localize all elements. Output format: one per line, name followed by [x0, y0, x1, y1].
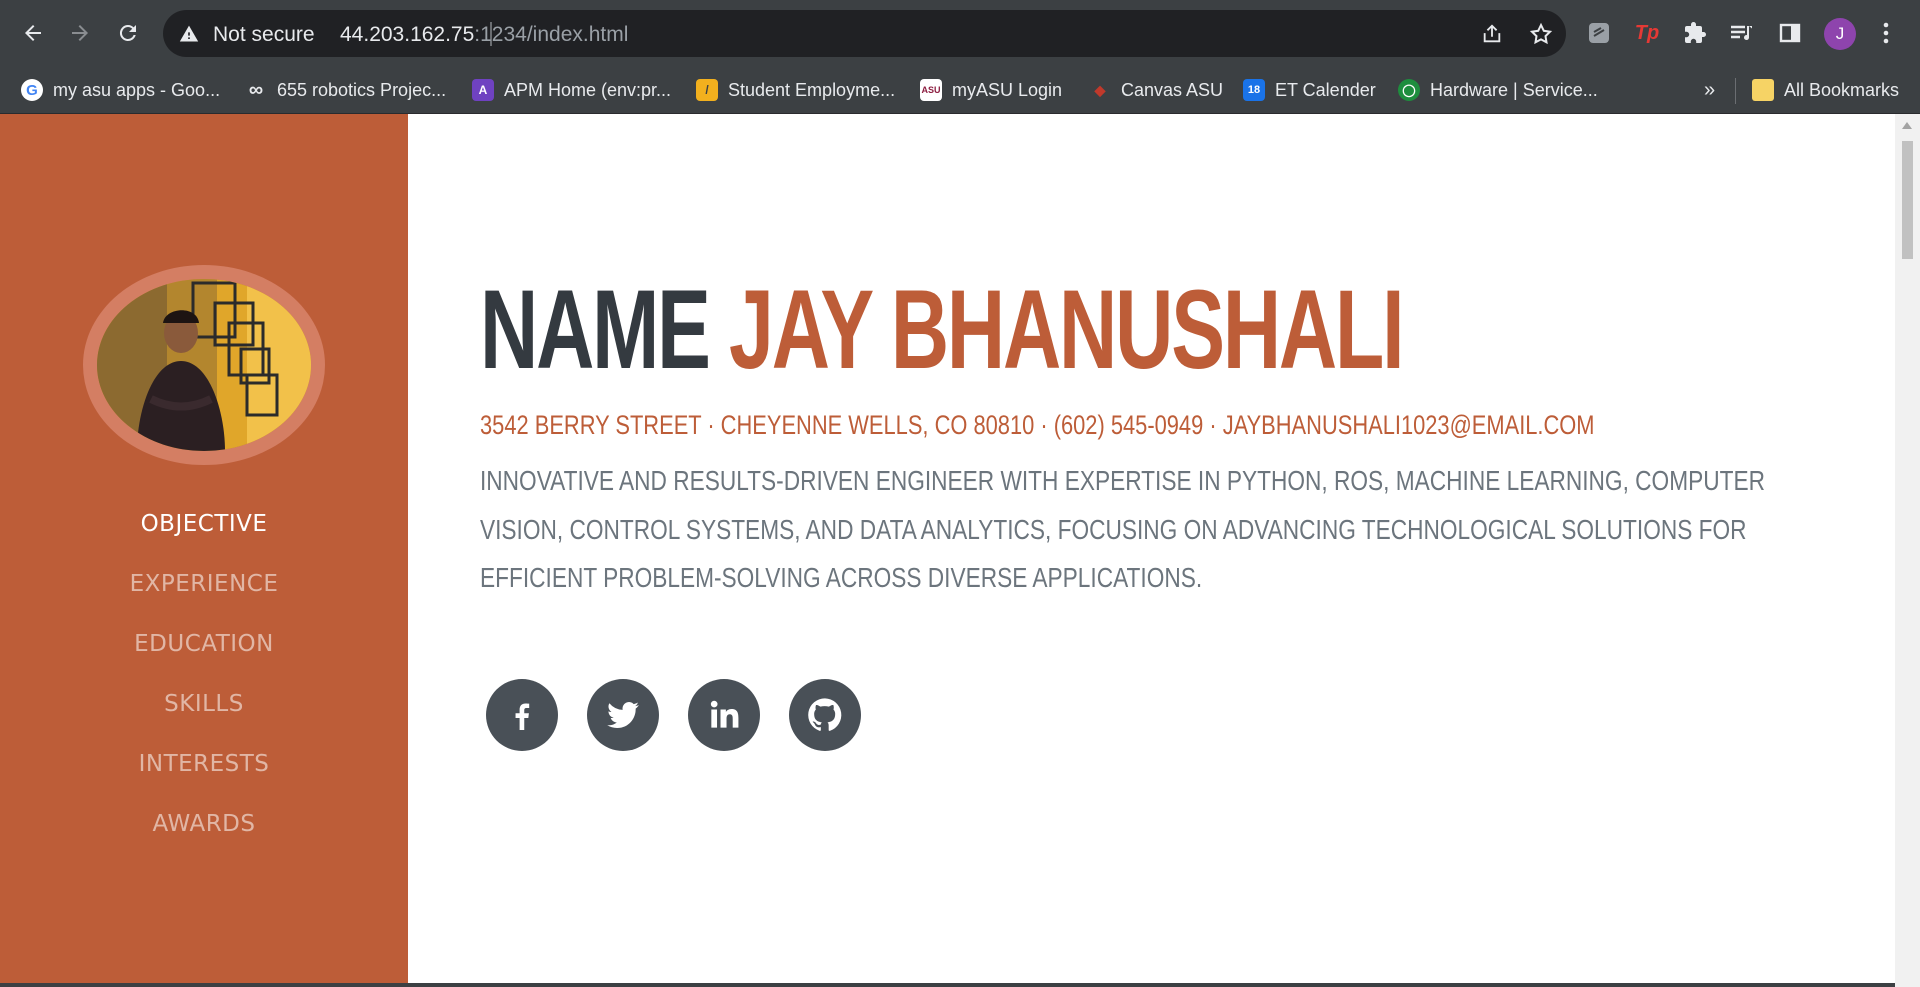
window-bottom-edge [0, 983, 1895, 987]
url-text[interactable]: 44.203.162.75:1234/index.html [340, 23, 628, 47]
bookmark-label: All Bookmarks [1784, 79, 1900, 100]
sidebar: OBJECTIVE EXPERIENCE EDUCATION SKILLS IN… [0, 114, 408, 987]
bookmark-item[interactable]: ◯ Hardware | Service... [1398, 76, 1598, 104]
folder-icon [1752, 79, 1774, 101]
profile-photo [97, 279, 311, 451]
canvas-icon: ◆ [1094, 81, 1106, 98]
browser-chrome: Not secure 44.203.162.75:1234/index.html… [0, 0, 1920, 114]
bookmarks-divider [1735, 78, 1736, 104]
reload-icon [119, 24, 136, 41]
employment-icon: / [696, 79, 718, 101]
apm-icon: A [472, 79, 494, 101]
bookmark-label: myASU Login [952, 79, 1063, 100]
back-arrow-icon [25, 25, 41, 41]
bookmark-label: my asu apps - Goo... [53, 79, 221, 100]
side-panel-icon[interactable] [1775, 18, 1805, 48]
url-path: :1234/index.html [474, 23, 629, 46]
security-label[interactable]: Not secure [213, 23, 315, 47]
main-content: NAME JAY BHANUSHALI 3542 BERRY STREET · … [408, 114, 1895, 987]
warning-icon [179, 25, 199, 42]
github-link[interactable] [789, 679, 861, 751]
linkedin-icon [710, 700, 739, 728]
bookmark-item[interactable]: ◆ Canvas ASU [1089, 76, 1223, 104]
contact-info: 3542 BERRY STREET · CHEYENNE WELLS, CO 8… [480, 410, 1595, 440]
nav-interests[interactable]: INTERESTS [0, 734, 408, 794]
name-last: JAY BHANUSHALI [729, 267, 1404, 392]
extensions-puzzle-icon[interactable] [1680, 18, 1710, 48]
bookmark-label: APM Home (env:pr... [504, 79, 672, 100]
nav-experience[interactable]: EXPERIENCE [0, 554, 408, 614]
bookmark-item[interactable]: 18 ET Calender [1243, 76, 1376, 104]
social-links [486, 679, 861, 751]
bookmark-star-icon[interactable] [1529, 22, 1553, 46]
page-scrollbar[interactable] [1895, 114, 1920, 987]
share-icon[interactable] [1481, 23, 1503, 45]
extension-grammar-icon[interactable] [1584, 18, 1614, 48]
facebook-icon [515, 703, 530, 730]
bookmark-label: Student Employme... [728, 79, 896, 100]
asu-icon: ASU [920, 79, 942, 101]
bookmark-label: 655 robotics Projec... [277, 79, 447, 100]
bookmark-item[interactable]: A APM Home (env:pr... [472, 76, 671, 104]
bookmark-item[interactable]: ∞ 655 robotics Projec... [245, 76, 446, 104]
calendar-icon: 18 [1243, 79, 1265, 101]
google-icon: G [21, 79, 43, 101]
bookmarks-overflow-button[interactable]: » [1704, 76, 1715, 104]
profile-avatar[interactable]: J [1824, 18, 1856, 50]
reload-button[interactable] [111, 16, 145, 50]
name-first: NAME [480, 267, 711, 392]
url-host: 44.203.162.75 [340, 23, 475, 46]
bookmark-label: Hardware | Service... [1430, 79, 1598, 100]
all-bookmarks-folder[interactable]: All Bookmarks [1752, 76, 1899, 104]
menu-kebab-icon[interactable] [1871, 18, 1901, 48]
github-icon [808, 698, 842, 731]
bookmark-item[interactable]: / Student Employme... [696, 76, 895, 104]
bookmark-label: ET Calender [1275, 79, 1376, 100]
nav-awards[interactable]: AWARDS [0, 794, 408, 854]
back-button[interactable] [16, 16, 50, 50]
forward-button[interactable] [63, 16, 97, 50]
address-bar[interactable]: Not secure 44.203.162.75:1234/index.html [163, 10, 1566, 57]
page-title: NAME JAY BHANUSHALI [480, 274, 1404, 386]
sidebar-nav: OBJECTIVE EXPERIENCE EDUCATION SKILLS IN… [0, 494, 408, 854]
profile-photo-frame [83, 265, 325, 465]
extension-tp-icon[interactable]: Tp [1632, 18, 1662, 48]
bookmarks-bar: G my asu apps - Goo... ∞ 655 robotics Pr… [0, 67, 1920, 114]
scrollbar-thumb[interactable] [1902, 141, 1913, 259]
twitter-link[interactable] [587, 679, 659, 751]
hardware-icon: ◯ [1398, 79, 1420, 101]
media-control-icon[interactable] [1727, 18, 1757, 48]
nav-skills[interactable]: SKILLS [0, 674, 408, 734]
objective-text: INNOVATIVE AND RESULTS-DRIVEN ENGINEER W… [480, 465, 1765, 593]
twitter-icon [607, 702, 639, 728]
forward-arrow-icon [72, 25, 88, 41]
bookmark-item[interactable]: G my asu apps - Goo... [21, 76, 220, 104]
browser-toolbar: Not secure 44.203.162.75:1234/index.html… [0, 0, 1920, 67]
scroll-up-arrow-icon[interactable] [1902, 122, 1912, 129]
bookmark-item[interactable]: ASU myASU Login [920, 76, 1062, 104]
facebook-link[interactable] [486, 679, 558, 751]
infinity-icon: ∞ [248, 78, 264, 101]
bookmark-label: Canvas ASU [1121, 79, 1224, 100]
nav-objective[interactable]: OBJECTIVE [0, 494, 408, 554]
nav-education[interactable]: EDUCATION [0, 614, 408, 674]
linkedin-link[interactable] [688, 679, 760, 751]
